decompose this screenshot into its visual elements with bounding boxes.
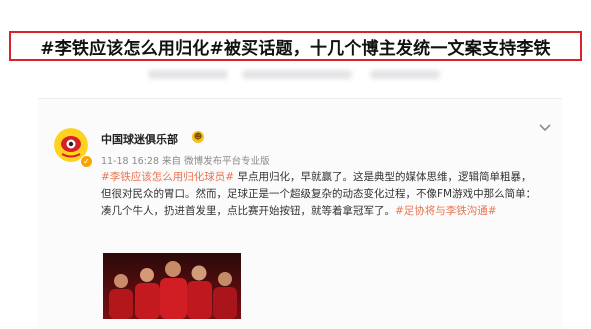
blurred-subtitle-3: [370, 70, 440, 79]
blurred-subtitle-2: [242, 70, 352, 79]
verified-badge-icon: ✓: [80, 155, 93, 168]
team-photo: [103, 253, 241, 319]
post-body: #李铁应该怎么用归化球员# 早点用归化，早就赢了。这是典型的媒体思维，逻辑简单粗…: [101, 169, 541, 220]
post-meta: 11-18 16:28 来自 微博发布平台专业版: [101, 153, 270, 167]
chevron-down-icon[interactable]: [538, 123, 552, 133]
hashtag-link-1[interactable]: #李铁应该怎么用归化球员#: [101, 171, 234, 183]
post-photo[interactable]: [103, 253, 241, 319]
post-author[interactable]: 中国球迷俱乐部: [101, 131, 178, 147]
post-time[interactable]: 11-18 16:28: [101, 156, 159, 167]
source-prefix: 来自: [162, 156, 182, 167]
vip-badge-icon[interactable]: ☻: [192, 131, 204, 143]
headline-banner: #李铁应该怎么用归化#被买话题，十几个博主发统一文案支持李铁: [9, 31, 582, 61]
hashtag-link-2[interactable]: #足协将与李铁沟通#: [395, 205, 497, 217]
blurred-subtitle-1: [148, 70, 228, 79]
post-source: 微博发布平台专业版: [184, 156, 270, 167]
